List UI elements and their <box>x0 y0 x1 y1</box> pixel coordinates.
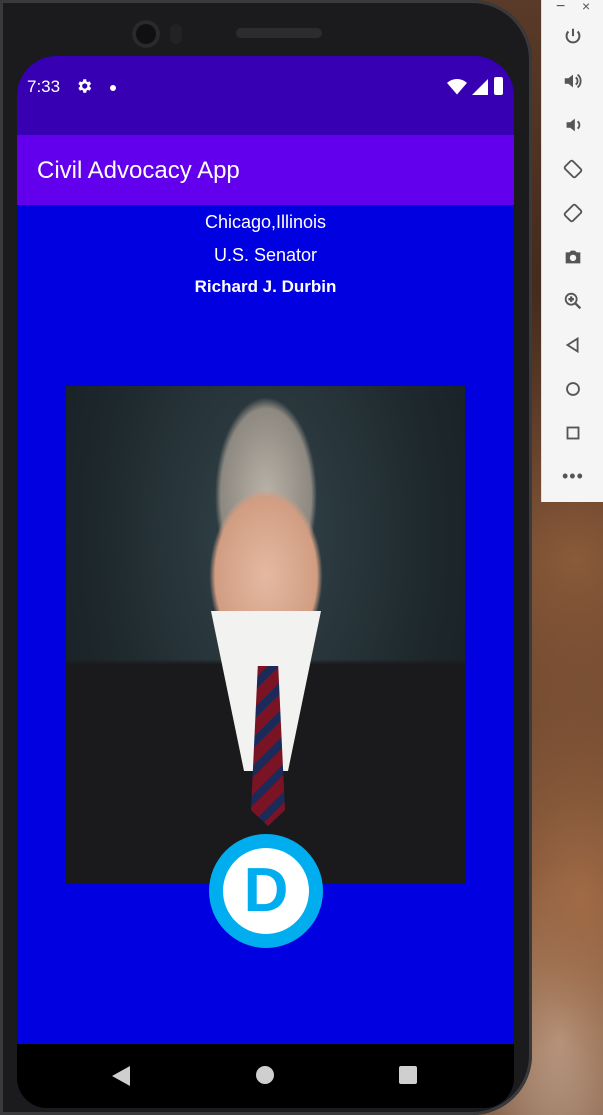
battery-icon <box>494 77 503 95</box>
app-bar: Civil Advocacy App <box>17 135 514 205</box>
rotate-right-icon[interactable] <box>562 202 584 224</box>
more-options-icon[interactable]: ••• <box>562 466 584 487</box>
emulator-phone-frame: 7:33 Civil Advocacy App Chicago,Illinois… <box>0 0 532 1115</box>
back-icon[interactable] <box>112 1066 130 1086</box>
zoom-icon[interactable] <box>562 290 584 312</box>
official-office: U.S. Senator <box>213 245 318 265</box>
back-icon[interactable] <box>562 334 584 356</box>
home-icon[interactable] <box>562 378 584 400</box>
gear-icon <box>78 79 92 93</box>
party-logo-letter: D <box>243 856 289 925</box>
emulator-toolbar: − × ••• <box>541 0 603 502</box>
minimize-button[interactable]: − <box>556 0 565 16</box>
official-name: Richard J. Durbin <box>194 277 337 296</box>
earpiece-speaker <box>236 28 322 38</box>
camera-icon[interactable] <box>562 246 584 268</box>
phone-screen: 7:33 Civil Advocacy App Chicago,Illinois… <box>17 56 514 1108</box>
wifi-icon <box>447 79 467 95</box>
status-time: 7:33 <box>27 77 61 96</box>
official-photo[interactable] <box>66 386 465 883</box>
overview-icon[interactable] <box>562 422 584 444</box>
power-icon[interactable] <box>562 26 584 48</box>
signal-icon <box>472 79 488 95</box>
volume-down-icon[interactable] <box>562 114 584 136</box>
status-bar: 7:33 <box>17 56 514 135</box>
notification-dot-icon <box>110 85 116 91</box>
navigation-bar <box>17 1044 514 1108</box>
party-logo[interactable]: D <box>209 834 323 948</box>
rotate-left-icon[interactable] <box>562 158 584 180</box>
front-camera <box>132 20 160 48</box>
close-button[interactable]: × <box>582 0 590 14</box>
app-title: Civil Advocacy App <box>37 157 240 184</box>
home-icon[interactable] <box>256 1066 274 1084</box>
volume-up-icon[interactable] <box>562 70 584 92</box>
front-sensor <box>170 24 182 44</box>
official-location: Chicago,Illinois <box>204 212 327 232</box>
party-logo-inner: D <box>223 848 309 934</box>
recents-icon[interactable] <box>399 1066 417 1084</box>
